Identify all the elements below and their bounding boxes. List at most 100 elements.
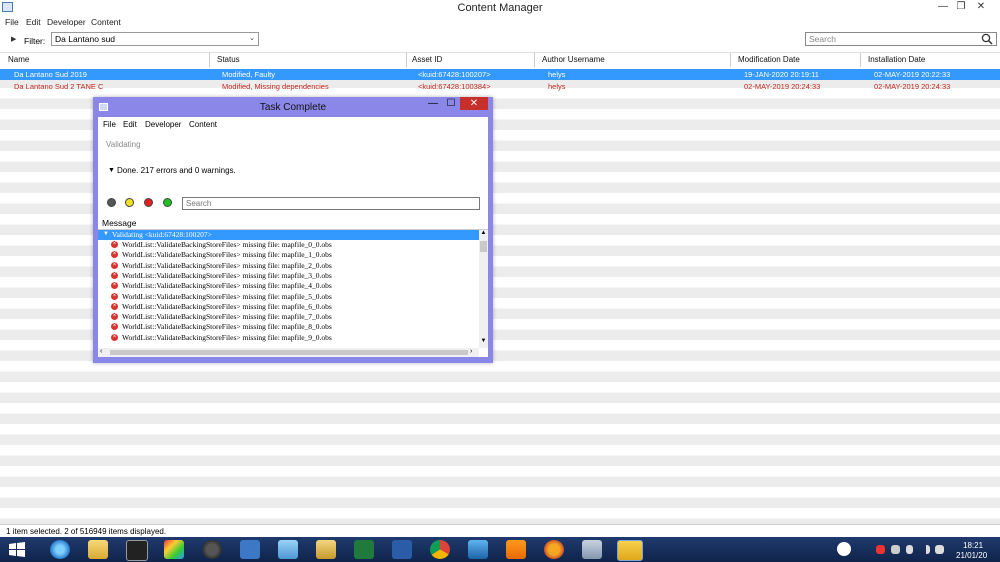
dialog-search-input[interactable]: Search xyxy=(182,197,480,210)
error-icon: × xyxy=(111,282,118,290)
list-item[interactable]: × WorldList::ValidateBackingStoreFiles> m… xyxy=(98,250,479,260)
menu-developer[interactable]: Developer xyxy=(47,17,86,27)
tool-app-icon[interactable] xyxy=(582,540,602,559)
signal-icon[interactable] xyxy=(920,545,930,554)
chrome-app-icon[interactable] xyxy=(430,540,450,559)
dialog-maximize-button[interactable]: ☐ xyxy=(444,98,458,109)
folder-app-icon[interactable] xyxy=(316,540,336,559)
filter-error-dot[interactable] xyxy=(144,198,153,207)
dialog-minimize-button[interactable]: — xyxy=(426,98,440,109)
scroll-up-icon[interactable]: ▲ xyxy=(479,230,488,239)
search-icon[interactable] xyxy=(981,33,993,45)
paint-app-icon[interactable] xyxy=(164,540,184,559)
status-bar: 1 item selected. 2 of 516949 items displ… xyxy=(0,524,1000,538)
message-text: WorldList::ValidateBackingStoreFiles> mi… xyxy=(122,301,332,311)
column-asset-id[interactable]: Asset ID xyxy=(412,55,442,64)
vertical-scrollbar[interactable]: ▲ ▼ xyxy=(479,230,488,348)
camera-app-icon[interactable] xyxy=(126,540,148,561)
column-divider[interactable] xyxy=(406,53,407,67)
list-item[interactable]: × WorldList::ValidateBackingStoreFiles> m… xyxy=(98,312,479,322)
scroll-down-icon[interactable]: ▼ xyxy=(479,338,488,347)
tree-header-row[interactable]: ▼ Validating <kuid:67428:100207> xyxy=(98,230,479,240)
maximize-button[interactable]: ❐ xyxy=(953,0,969,14)
column-name[interactable]: Name xyxy=(8,55,29,64)
clock-date[interactable]: 21/01/20 xyxy=(956,551,987,560)
cell-status: Modified, Missing dependencies xyxy=(222,82,329,91)
list-item[interactable]: × WorldList::ValidateBackingStoreFiles> m… xyxy=(98,333,479,343)
cell-author: helys xyxy=(548,70,566,79)
window-title: Content Manager xyxy=(457,2,543,14)
column-modification-date[interactable]: Modification Date xyxy=(738,55,800,64)
menu-content[interactable]: Content xyxy=(91,17,121,27)
scroll-right-icon[interactable]: › xyxy=(470,348,472,355)
message-text: WorldList::ValidateBackingStoreFiles> mi… xyxy=(122,270,332,280)
list-item[interactable]: × WorldList::ValidateBackingStoreFiles> m… xyxy=(98,281,479,291)
word-app-icon[interactable] xyxy=(392,540,412,559)
table-row[interactable]: Da Lantano Sud 2019 Modified, Faulty <ku… xyxy=(0,69,1000,80)
battery-icon[interactable] xyxy=(906,545,913,554)
dialog-menu-file[interactable]: File xyxy=(103,120,116,129)
column-author[interactable]: Author Username xyxy=(542,55,605,64)
horizontal-scrollbar[interactable]: ‹ › xyxy=(98,348,479,357)
collapse-arrow-icon[interactable]: ▼ xyxy=(108,167,115,174)
taskbar xyxy=(0,537,1000,562)
notification-icon[interactable] xyxy=(876,545,885,554)
dialog-menu-content[interactable]: Content xyxy=(189,120,217,129)
clock-time[interactable]: 18:21 xyxy=(963,541,983,550)
search-input[interactable]: Search xyxy=(805,32,997,46)
remote-app-icon[interactable] xyxy=(240,540,260,559)
cell-name: Da Lantano Sud 2019 xyxy=(14,70,87,79)
vlc-app-icon[interactable] xyxy=(506,540,526,559)
filter-all-dot[interactable] xyxy=(107,198,116,207)
menu-bar: File Edit Developer Content xyxy=(0,16,1000,30)
menu-edit[interactable]: Edit xyxy=(26,17,41,27)
notes-app-icon[interactable] xyxy=(278,540,298,559)
windows-start-icon[interactable] xyxy=(7,540,27,559)
file-explorer-icon[interactable] xyxy=(88,540,108,559)
hp-app-icon[interactable] xyxy=(202,540,222,559)
trainz-app-icon[interactable] xyxy=(468,540,488,559)
tree-expand-icon[interactable]: ▼ xyxy=(103,231,109,237)
list-item[interactable]: × WorldList::ValidateBackingStoreFiles> m… xyxy=(98,271,479,281)
list-item[interactable]: × WorldList::ValidateBackingStoreFiles> m… xyxy=(98,292,479,302)
table-row[interactable]: Da Lantano Sud 2 TANE C Modified, Missin… xyxy=(0,81,1000,92)
dialog-menu-developer[interactable]: Developer xyxy=(145,120,181,129)
column-divider[interactable] xyxy=(209,53,210,67)
message-text: WorldList::ValidateBackingStoreFiles> mi… xyxy=(122,322,332,332)
list-item[interactable]: × WorldList::ValidateBackingStoreFiles> m… xyxy=(98,322,479,332)
menu-file[interactable]: File xyxy=(5,17,19,27)
list-item[interactable]: × WorldList::ValidateBackingStoreFiles> m… xyxy=(98,261,479,271)
scroll-thumb-horizontal[interactable] xyxy=(110,350,468,355)
column-divider[interactable] xyxy=(730,53,731,67)
dialog-close-button[interactable]: ✕ xyxy=(460,97,488,110)
filter-dropdown[interactable]: Da Lantano sud ⌄ xyxy=(51,32,259,46)
list-item[interactable]: × WorldList::ValidateBackingStoreFiles> m… xyxy=(98,302,479,312)
help-icon[interactable] xyxy=(837,542,851,556)
filter-expand-icon[interactable]: ▶ xyxy=(11,35,16,43)
message-text: WorldList::ValidateBackingStoreFiles> mi… xyxy=(122,260,332,270)
scroll-thumb[interactable] xyxy=(480,241,487,252)
firefox-app-icon[interactable] xyxy=(544,540,564,559)
close-button[interactable]: ✕ xyxy=(972,0,990,14)
error-icon: × xyxy=(111,251,118,259)
content-manager-app-icon[interactable] xyxy=(617,540,643,561)
filter-success-dot[interactable] xyxy=(163,198,172,207)
column-status[interactable]: Status xyxy=(217,55,240,64)
column-installation-date[interactable]: Installation Date xyxy=(868,55,925,64)
minimize-button[interactable]: — xyxy=(935,0,951,14)
filter-warning-dot[interactable] xyxy=(125,198,134,207)
message-text: WorldList::ValidateBackingStoreFiles> mi… xyxy=(122,291,332,301)
list-item[interactable]: × WorldList::ValidateBackingStoreFiles> m… xyxy=(98,240,479,250)
cell-status: Modified, Faulty xyxy=(222,70,275,79)
column-divider[interactable] xyxy=(534,53,535,67)
excel-app-icon[interactable] xyxy=(354,540,374,559)
dialog-menu-edit[interactable]: Edit xyxy=(123,120,137,129)
error-icon: × xyxy=(111,302,118,310)
internet-explorer-icon[interactable] xyxy=(50,540,70,559)
volume-icon[interactable] xyxy=(935,545,944,554)
column-divider[interactable] xyxy=(860,53,861,67)
result-summary: Done. 217 errors and 0 warnings. xyxy=(117,166,236,175)
scroll-left-icon[interactable]: ‹ xyxy=(100,348,102,355)
flag-icon[interactable] xyxy=(891,545,900,554)
message-list[interactable]: ▼ Validating <kuid:67428:100207> × WorldL… xyxy=(98,229,488,358)
